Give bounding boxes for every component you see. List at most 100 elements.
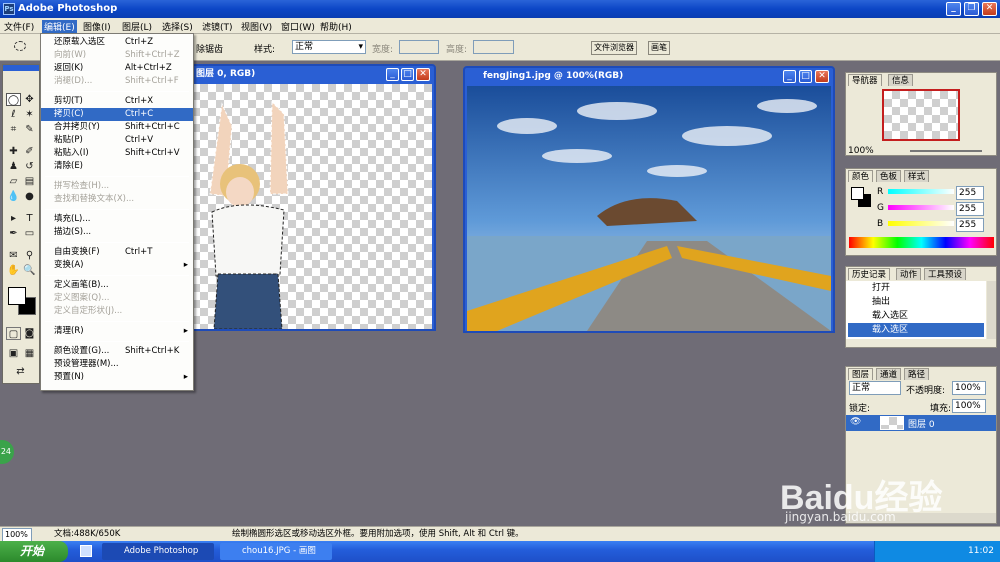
pen-tool-icon[interactable]: ✒	[6, 227, 21, 240]
doc1-close-button[interactable]: ✕	[416, 68, 430, 81]
path-select-icon[interactable]: ▸	[6, 212, 21, 225]
minimize-button[interactable]: _	[946, 2, 961, 16]
tab-color[interactable]: 颜色	[848, 170, 874, 182]
foreground-color-swatch[interactable]	[8, 287, 26, 305]
hand-tool-icon[interactable]: ✋	[6, 264, 21, 277]
zoom-tool-icon[interactable]: 🔍	[22, 264, 37, 277]
blend-mode-select[interactable]: 正常	[849, 381, 901, 395]
edit-menu-item[interactable]: 清理(R) ▸	[41, 325, 193, 338]
menu-edit[interactable]: 编辑(E)	[42, 20, 77, 33]
opacity-input[interactable]: 100%	[952, 381, 986, 395]
tab-styles[interactable]: 样式	[904, 170, 930, 182]
doc1-minimize-button[interactable]: _	[386, 68, 399, 81]
file-browser-tab[interactable]: 文件浏览器	[591, 41, 637, 55]
edit-menu-item[interactable]: 变换(A) ▸	[41, 259, 193, 272]
restore-button[interactable]: ❐	[964, 2, 979, 16]
channel-g-slider[interactable]	[888, 205, 954, 210]
menu-layer[interactable]: 图层(L)	[122, 20, 152, 33]
status-doc-info[interactable]: 文档:488K/650K	[54, 527, 120, 541]
brush-tool-icon[interactable]: ✐	[22, 145, 37, 158]
doc1-canvas[interactable]	[192, 84, 432, 329]
eye-icon[interactable]: 👁	[850, 417, 861, 427]
task-paint[interactable]: chou16.JPG - 画图	[220, 543, 332, 560]
doc2-canvas[interactable]	[467, 86, 831, 331]
shape-tool-icon[interactable]: ▭	[22, 227, 37, 240]
channel-b-slider[interactable]	[888, 221, 954, 226]
edit-menu-item[interactable]: 还原载入选区 Ctrl+Z	[41, 36, 193, 49]
start-button[interactable]: 开始	[0, 541, 68, 562]
fill-input[interactable]: 100%	[952, 399, 986, 413]
layer-name[interactable]: 图层 0	[908, 417, 935, 430]
tab-navigator[interactable]: 导航器	[848, 74, 882, 86]
layer-row[interactable]: 👁 图层 0	[846, 415, 996, 431]
dodge-tool-icon[interactable]: ●	[22, 190, 37, 203]
standard-mode-icon[interactable]: ▢	[6, 327, 21, 340]
channel-r-value[interactable]: 255	[956, 186, 984, 200]
close-button[interactable]: ✕	[982, 2, 997, 16]
channel-b-value[interactable]: 255	[956, 218, 984, 232]
edit-menu-item[interactable]: 返回(K) Alt+Ctrl+Z	[41, 62, 193, 75]
history-item[interactable]: 抽出	[848, 295, 984, 309]
clone-stamp-icon[interactable]: ♟	[6, 160, 21, 173]
channel-g-value[interactable]: 255	[956, 202, 984, 216]
edit-menu-item[interactable]: 预设管理器(M)...	[41, 358, 193, 371]
history-item[interactable]: 载入选区	[848, 309, 984, 323]
quickmask-mode-icon[interactable]: ◙	[22, 327, 37, 340]
move-tool-icon[interactable]: ✥	[22, 93, 37, 106]
eraser-tool-icon[interactable]: ▱	[6, 175, 21, 188]
menu-window[interactable]: 窗口(W)	[281, 20, 315, 33]
color-fg-swatch[interactable]	[851, 187, 864, 200]
tab-channels[interactable]: 通道	[876, 368, 902, 380]
lasso-tool-icon[interactable]: ℓ	[6, 108, 21, 121]
brushes-tab[interactable]: 画笔	[648, 41, 670, 55]
doc2-close-button[interactable]: ✕	[815, 70, 829, 83]
tab-paths[interactable]: 路径	[904, 368, 930, 380]
healing-brush-icon[interactable]: ✚	[6, 145, 21, 158]
edit-menu-item[interactable]: 填充(L)...	[41, 213, 193, 226]
edit-menu-item[interactable]: 粘贴(P) Ctrl+V	[41, 134, 193, 147]
edit-menu-item[interactable]: 粘贴入(I) Shift+Ctrl+V	[41, 147, 193, 160]
gradient-tool-icon[interactable]: ▤	[22, 175, 37, 188]
doc2-minimize-button[interactable]: _	[783, 70, 796, 83]
history-scrollbar[interactable]	[987, 281, 996, 339]
color-spectrum-bar[interactable]	[849, 237, 994, 248]
tab-tool-presets[interactable]: 工具预设	[924, 268, 967, 280]
antialias-label[interactable]: 除锯齿	[196, 42, 223, 55]
edit-menu-item[interactable]: 清除(E)	[41, 160, 193, 173]
task-photoshop[interactable]: Adobe Photoshop	[102, 543, 214, 560]
menu-image[interactable]: 图像(I)	[83, 20, 111, 33]
edit-menu-item[interactable]: 拷贝(C) Ctrl+C	[41, 108, 193, 121]
width-input[interactable]	[399, 40, 439, 54]
edit-menu-item[interactable]: 预置(N) ▸	[41, 371, 193, 384]
height-input[interactable]	[473, 40, 514, 54]
doc1-maximize-button[interactable]: □	[401, 68, 414, 81]
jump-to-imageready-icon[interactable]: ⇄	[13, 365, 28, 378]
edit-menu-item[interactable]: 合并拷贝(Y) Shift+Ctrl+C	[41, 121, 193, 134]
navigator-thumbnail[interactable]	[882, 89, 960, 141]
screen-mode-full-icon[interactable]: ▦	[22, 347, 37, 360]
history-brush-icon[interactable]: ↺	[22, 160, 37, 173]
tab-history[interactable]: 历史记录	[848, 268, 891, 280]
menu-select[interactable]: 选择(S)	[162, 20, 193, 33]
tab-layers[interactable]: 图层	[848, 368, 874, 380]
type-tool-icon[interactable]: T	[22, 212, 37, 225]
edit-menu-item[interactable]: 自由变换(F) Ctrl+T	[41, 246, 193, 259]
crop-tool-icon[interactable]: ⌗	[6, 123, 21, 136]
navigator-zoom[interactable]: 100%	[848, 146, 874, 156]
menu-help[interactable]: 帮助(H)	[320, 20, 352, 33]
blur-tool-icon[interactable]: 💧	[6, 190, 21, 203]
tab-info[interactable]: 信息	[888, 74, 914, 86]
status-zoom[interactable]: 100%	[2, 528, 32, 542]
ellipse-marquee-icon[interactable]	[14, 41, 26, 51]
edit-menu-item[interactable]: 描边(S)...	[41, 226, 193, 239]
tab-actions[interactable]: 动作	[896, 268, 922, 280]
edit-menu-item[interactable]: 定义画笔(B)...	[41, 279, 193, 292]
magic-wand-icon[interactable]: ✶	[22, 108, 37, 121]
history-item[interactable]: 打开	[848, 281, 984, 295]
eyedropper-icon[interactable]: ⚲	[22, 249, 37, 262]
history-item-selected[interactable]: 载入选区	[848, 323, 984, 337]
tab-swatches[interactable]: 色板	[876, 170, 902, 182]
menu-file[interactable]: 文件(F)	[4, 20, 34, 33]
navigator-zoom-slider[interactable]	[910, 150, 982, 152]
quick-launch-icon[interactable]	[80, 545, 92, 557]
